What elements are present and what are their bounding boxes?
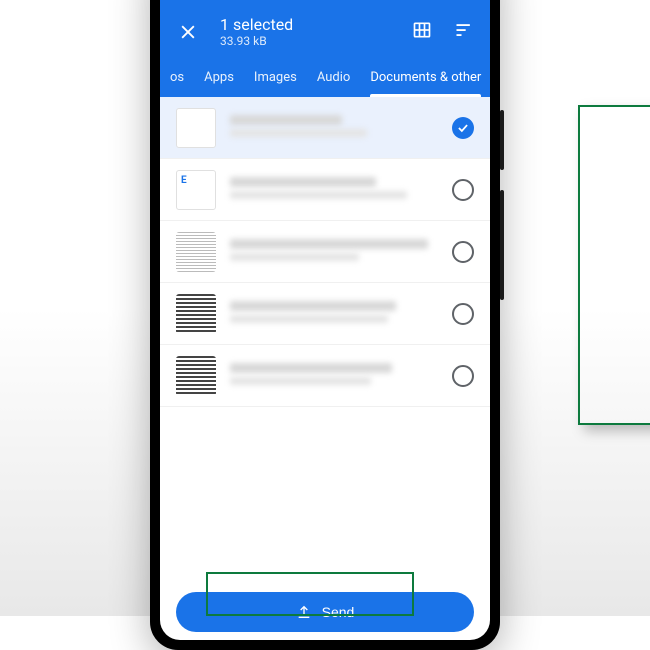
view-grid-button[interactable]: [412, 20, 432, 44]
close-button[interactable]: [176, 20, 200, 44]
category-tabs: os Apps Images Audio Documents & other: [160, 60, 490, 97]
file-thumbnail: [176, 356, 216, 396]
app-header: 1 selected 33.93 kB: [160, 0, 490, 97]
phone-frame: 1 selected 33.93 kB: [150, 0, 500, 650]
file-name-redacted: [230, 301, 396, 311]
file-checkbox[interactable]: [452, 365, 474, 387]
file-checkbox[interactable]: [452, 303, 474, 325]
file-meta-redacted: [230, 315, 388, 323]
file-meta-redacted: [230, 191, 407, 199]
tab-partial[interactable]: os: [166, 60, 194, 97]
file-meta-redacted: [230, 253, 359, 261]
selection-size: 33.93 kB: [220, 34, 412, 48]
tab-audio[interactable]: Audio: [307, 60, 360, 97]
file-checkbox[interactable]: [452, 241, 474, 263]
send-bar: Send: [160, 582, 490, 640]
file-meta-redacted: [230, 377, 371, 385]
file-meta-redacted: [230, 129, 367, 137]
file-row[interactable]: [160, 283, 490, 345]
file-row[interactable]: [160, 97, 490, 159]
file-checkbox[interactable]: [452, 117, 474, 139]
file-info: [230, 239, 438, 265]
sort-button[interactable]: [454, 20, 474, 44]
tab-apps[interactable]: Apps: [194, 60, 244, 97]
file-name-redacted: [230, 115, 342, 125]
file-list: E: [160, 97, 490, 582]
file-name-redacted: [230, 239, 428, 249]
tab-documents[interactable]: Documents & other: [360, 60, 490, 97]
file-info: [230, 363, 438, 389]
selection-count: 1 selected: [220, 15, 412, 34]
file-name-redacted: [230, 363, 392, 373]
tab-images[interactable]: Images: [244, 60, 307, 97]
grid-icon: [412, 20, 432, 40]
send-label: Send: [322, 604, 355, 620]
phone-side-button-2: [500, 190, 504, 300]
file-row[interactable]: [160, 345, 490, 407]
file-thumbnail: [176, 294, 216, 334]
file-name-redacted: [230, 177, 376, 187]
close-icon: [178, 22, 198, 42]
file-row[interactable]: [160, 221, 490, 283]
tutorial-highlight-checkboxes: [578, 105, 650, 425]
file-thumbnail: E: [176, 170, 216, 210]
file-thumbnail: [176, 108, 216, 148]
file-info: [230, 177, 438, 203]
screen: 1 selected 33.93 kB: [160, 0, 490, 640]
file-thumbnail: [176, 232, 216, 272]
header-title-block: 1 selected 33.93 kB: [220, 15, 412, 48]
send-button[interactable]: Send: [176, 592, 474, 632]
phone-side-button-1: [500, 110, 504, 170]
file-info: [230, 115, 438, 141]
file-checkbox[interactable]: [452, 179, 474, 201]
sort-icon: [454, 20, 474, 40]
upload-icon: [296, 604, 312, 620]
check-icon: [456, 121, 470, 135]
file-info: [230, 301, 438, 327]
file-row[interactable]: E: [160, 159, 490, 221]
